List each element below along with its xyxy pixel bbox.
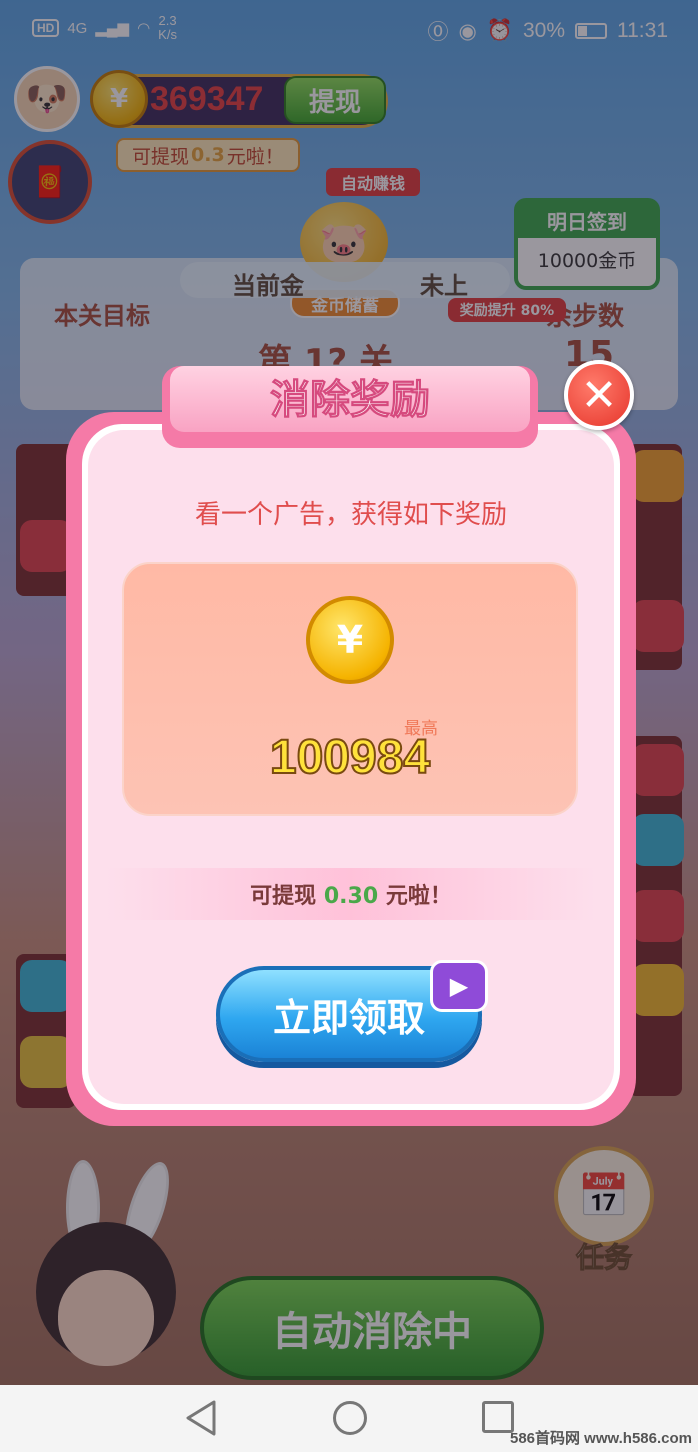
- home-icon[interactable]: [333, 1401, 367, 1435]
- system-nav-bar: 586首码网 www.h586.com: [0, 1385, 698, 1452]
- cash-suffix: 元啦！: [385, 884, 452, 909]
- cash-amount: 0.30: [323, 884, 379, 909]
- dialog-subtitle: 看一个广告，获得如下奖励: [194, 500, 507, 530]
- yuan-coin-icon: ¥: [306, 596, 394, 684]
- dialog-title: 消除奖励: [270, 377, 431, 424]
- watermark: 586首码网 www.h586.com: [509, 1430, 692, 1447]
- reward-amount: 100984: [269, 730, 431, 785]
- video-ad-icon: ▶: [430, 960, 488, 1012]
- close-button[interactable]: ✕: [564, 360, 634, 430]
- cash-prefix: 可提现: [250, 884, 317, 909]
- cash-out-text: 可提现 0.30 元啦！: [66, 878, 636, 910]
- close-icon: ✕: [580, 369, 618, 421]
- elimination-reward-dialog: 消除奖励 ✕ 看一个广告，获得如下奖励 ¥ 最高 100984 可提现 0.30…: [66, 356, 636, 1126]
- back-icon[interactable]: [184, 1399, 218, 1437]
